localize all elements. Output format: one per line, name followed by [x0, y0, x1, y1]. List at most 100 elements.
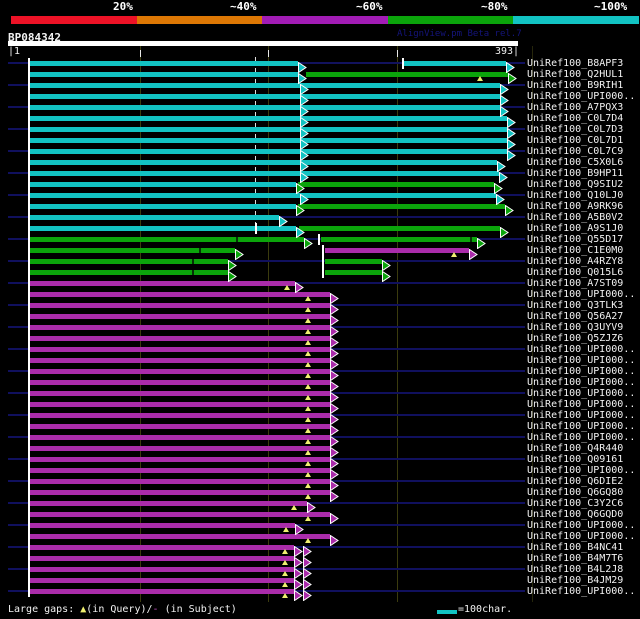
hsp-bar[interactable]: [30, 336, 330, 341]
hsp-bar[interactable]: [30, 149, 507, 154]
hsp-bar[interactable]: [325, 270, 382, 275]
subject-label[interactable]: UniRef100_UPI000..: [527, 410, 635, 421]
hsp-bar[interactable]: [30, 479, 330, 484]
hsp-bar[interactable]: [30, 61, 298, 66]
subject-label[interactable]: UniRef100_Q6GQD0: [527, 509, 623, 520]
subject-label[interactable]: UniRef100_UPI000..: [527, 432, 635, 443]
hsp-bar[interactable]: [30, 512, 330, 517]
subject-label[interactable]: UniRef100_UPI000..: [527, 388, 635, 399]
hsp-bar[interactable]: [30, 534, 330, 539]
subject-label[interactable]: UniRef100_Q56A27: [527, 311, 623, 322]
hsp-bar[interactable]: [30, 347, 330, 352]
subject-label[interactable]: UniRef100_A9S1J0: [527, 223, 623, 234]
subject-label[interactable]: UniRef100_Q3TLK3: [527, 300, 623, 311]
hsp-bar[interactable]: [30, 182, 296, 187]
hsp-bar[interactable]: [30, 435, 330, 440]
hsp-bar[interactable]: [299, 226, 500, 231]
subject-label[interactable]: UniRef100_UPI000..: [527, 520, 635, 531]
subject-label[interactable]: UniRef100_A4RZY8: [527, 256, 623, 267]
subject-label[interactable]: UniRef100_UPI000..: [527, 465, 635, 476]
subject-label[interactable]: UniRef100_A5B0V2: [527, 212, 623, 223]
hsp-bar[interactable]: [30, 292, 330, 297]
subject-label[interactable]: UniRef100_Q5ZJZ6: [527, 333, 623, 344]
hsp-bar[interactable]: [30, 369, 330, 374]
hsp-bar[interactable]: [30, 281, 295, 286]
subject-label[interactable]: UniRef100_UPI000..: [527, 355, 635, 366]
subject-label[interactable]: UniRef100_Q10LJ0: [527, 190, 623, 201]
hsp-bar[interactable]: [30, 523, 295, 528]
subject-label[interactable]: UniRef100_UPI000..: [527, 586, 635, 597]
hsp-bar[interactable]: [30, 578, 294, 583]
subject-label[interactable]: UniRef100_Q6GQ80: [527, 487, 623, 498]
subject-label[interactable]: UniRef100_Q09161: [527, 454, 623, 465]
subject-label[interactable]: UniRef100_C0L7C9: [527, 146, 623, 157]
subject-label[interactable]: UniRef100_UPI000..: [527, 377, 635, 388]
hsp-bar[interactable]: [298, 182, 494, 187]
hsp-bar[interactable]: [30, 270, 228, 275]
subject-label[interactable]: UniRef100_C5X0L6: [527, 157, 623, 168]
subject-label[interactable]: UniRef100_Q55D17: [527, 234, 623, 245]
subject-label[interactable]: UniRef100_B4NC41: [527, 542, 623, 553]
hsp-bar[interactable]: [30, 303, 330, 308]
hsp-bar[interactable]: [30, 248, 235, 253]
hsp-bar[interactable]: [30, 501, 307, 506]
subject-label[interactable]: UniRef100_B9HP11: [527, 168, 623, 179]
subject-label[interactable]: UniRef100_UPI000..: [527, 399, 635, 410]
hsp-bar[interactable]: [30, 556, 294, 561]
hsp-bar[interactable]: [30, 424, 330, 429]
subject-label[interactable]: UniRef100_Q6DIE2: [527, 476, 623, 487]
subject-label[interactable]: UniRef100_C0L7D3: [527, 124, 623, 135]
hsp-bar[interactable]: [325, 248, 469, 253]
hsp-bar[interactable]: [30, 116, 507, 121]
subject-label[interactable]: UniRef100_Q4R440: [527, 443, 623, 454]
subject-label[interactable]: UniRef100_C1E0M0: [527, 245, 623, 256]
hsp-bar[interactable]: [30, 193, 496, 198]
hsp-bar[interactable]: [30, 380, 330, 385]
hsp-bar[interactable]: [30, 72, 298, 77]
hsp-bar[interactable]: [30, 490, 330, 495]
hsp-bar[interactable]: [30, 105, 500, 110]
subject-label[interactable]: UniRef100_UPI000..: [527, 531, 635, 542]
hsp-bar[interactable]: [30, 237, 304, 242]
hsp-bar[interactable]: [30, 391, 330, 396]
subject-label[interactable]: UniRef100_Q3UYV9: [527, 322, 623, 333]
hsp-bar[interactable]: [30, 259, 228, 264]
hsp-bar[interactable]: [30, 94, 500, 99]
subject-label[interactable]: UniRef100_B4M7T6: [527, 553, 623, 564]
hsp-bar[interactable]: [30, 325, 330, 330]
subject-label[interactable]: UniRef100_UPI000..: [527, 421, 635, 432]
hsp-bar[interactable]: [321, 237, 477, 242]
subject-label[interactable]: UniRef100_A9RK96: [527, 201, 623, 212]
hsp-bar[interactable]: [30, 413, 330, 418]
hsp-bar[interactable]: [30, 446, 330, 451]
subject-label[interactable]: UniRef100_A7PQX3: [527, 102, 623, 113]
hsp-bar[interactable]: [30, 83, 500, 88]
subject-label[interactable]: UniRef100_UPI000..: [527, 91, 635, 102]
subject-label[interactable]: UniRef100_C0L7D1: [527, 135, 623, 146]
hsp-bar[interactable]: [30, 160, 497, 165]
subject-label[interactable]: UniRef100_UPI000..: [527, 344, 635, 355]
hsp-bar[interactable]: [30, 589, 294, 594]
hsp-bar[interactable]: [30, 215, 279, 220]
subject-label[interactable]: UniRef100_C3Y2C6: [527, 498, 623, 509]
subject-label[interactable]: UniRef100_Q9SIU2: [527, 179, 623, 190]
subject-label[interactable]: UniRef100_B4JM29: [527, 575, 623, 586]
hsp-bar[interactable]: [30, 468, 330, 473]
hsp-bar[interactable]: [30, 171, 499, 176]
subject-label[interactable]: UniRef100_B4L2J8: [527, 564, 623, 575]
hsp-bar[interactable]: [30, 545, 294, 550]
hsp-bar[interactable]: [30, 138, 507, 143]
subject-label[interactable]: UniRef100_C0L7D4: [527, 113, 623, 124]
hsp-bar[interactable]: [30, 314, 330, 319]
hsp-bar[interactable]: [30, 457, 330, 462]
hsp-bar[interactable]: [298, 204, 505, 209]
subject-label[interactable]: UniRef100_B8APF3: [527, 58, 623, 69]
subject-label[interactable]: UniRef100_Q2HUL1: [527, 69, 623, 80]
subject-label[interactable]: UniRef100_A7ST09: [527, 278, 623, 289]
hsp-bar[interactable]: [325, 259, 382, 264]
hsp-bar[interactable]: [30, 402, 330, 407]
subject-label[interactable]: UniRef100_Q015L6: [527, 267, 623, 278]
subject-label[interactable]: UniRef100_UPI000..: [527, 289, 635, 300]
hsp-bar[interactable]: [30, 127, 507, 132]
hsp-bar[interactable]: [30, 204, 296, 209]
